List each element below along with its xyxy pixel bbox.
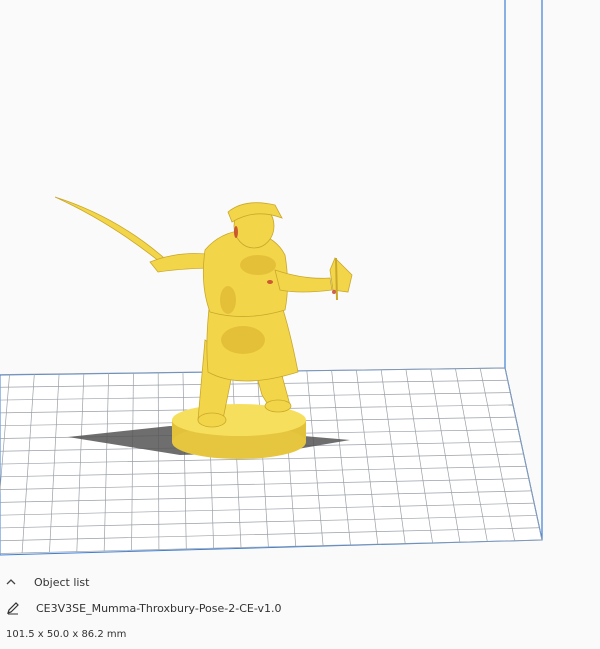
object-name-row: CE3V3SE_Mumma-Throxbury-Pose-2-CE-v1.0 bbox=[6, 598, 282, 618]
object-dimensions: 101.5 x 50.0 x 86.2 mm bbox=[6, 628, 127, 640]
object-list-title: Object list bbox=[34, 575, 90, 589]
chevron-up-icon[interactable] bbox=[6, 576, 20, 589]
scene bbox=[0, 0, 543, 556]
object-list-header[interactable]: Object list bbox=[6, 572, 89, 592]
object-dimensions-row: 101.5 x 50.0 x 86.2 mm bbox=[6, 624, 126, 644]
object-name: CE3V3SE_Mumma-Throxbury-Pose-2-CE-v1.0 bbox=[36, 601, 282, 615]
miniature-base bbox=[172, 404, 306, 459]
pencil-icon[interactable] bbox=[6, 600, 22, 616]
object-list-panel: Object list CE3V3SE_Mumma-Throxbury-Pose… bbox=[0, 565, 600, 649]
3d-viewport[interactable] bbox=[0, 0, 600, 565]
